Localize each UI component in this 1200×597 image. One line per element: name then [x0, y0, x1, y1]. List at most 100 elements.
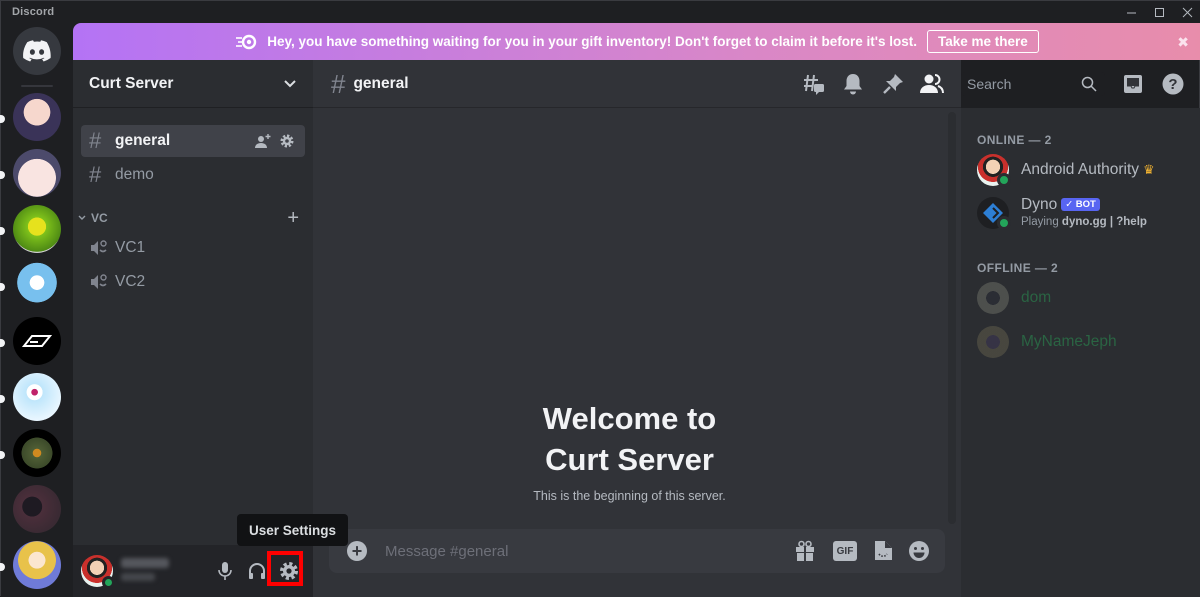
text-channel-icon: # [89, 162, 102, 187]
threads-button[interactable] [802, 72, 826, 96]
member-avatar [977, 282, 1009, 314]
unread-indicator [0, 395, 5, 403]
channel-name: VC1 [115, 239, 146, 256]
mute-button[interactable] [209, 555, 241, 587]
welcome-line-2: Curt Server [545, 442, 714, 477]
minimize-button[interactable] [1117, 1, 1145, 23]
server-name: Curt Server [89, 74, 174, 92]
member-dyno[interactable]: Dyno ✓ BOT Playing dyno.gg | ?help [969, 192, 1193, 234]
server-icon-7[interactable] [13, 429, 61, 477]
channel-demo[interactable]: # demo [81, 159, 305, 191]
inbox-icon [1124, 75, 1142, 93]
chevron-down-icon [284, 79, 296, 87]
members-icon [920, 74, 944, 94]
banner-message: Hey, you have something waiting for you … [267, 34, 917, 49]
member-name: MyNameJeph [1021, 333, 1117, 350]
home-button[interactable] [13, 27, 61, 75]
search-box[interactable] [961, 72, 1105, 96]
gear-icon[interactable] [279, 133, 295, 149]
member-avatar [977, 326, 1009, 358]
notification-settings-button[interactable] [841, 72, 865, 96]
sticker-icon [875, 541, 892, 560]
server-rail [0, 23, 73, 597]
chat-scrollbar[interactable] [948, 112, 956, 524]
server-icon-2[interactable] [13, 149, 61, 197]
message-input[interactable] [385, 539, 765, 563]
server-icon-1[interactable] [13, 93, 61, 141]
text-channel-icon: # [331, 68, 346, 99]
member-android-authority[interactable]: Android Authority ♛ [969, 149, 1193, 191]
discord-window: Discord Hey, you have something waiting … [0, 0, 1200, 597]
gif-button[interactable]: GIF [833, 541, 857, 561]
online-status-indicator [997, 173, 1011, 187]
server-icon-3[interactable] [13, 205, 61, 253]
threads-icon [804, 74, 824, 95]
server-icon-5[interactable] [13, 317, 61, 365]
category-name: VC [91, 211, 108, 225]
search-input[interactable] [967, 76, 1077, 92]
voice-channel-vc1[interactable]: VC1 [81, 232, 305, 264]
message-composer: + GIF [329, 529, 945, 573]
server-icon-9[interactable] [13, 541, 61, 589]
headphones-icon [249, 563, 265, 579]
channel-name: general [115, 132, 171, 149]
server-icon-4[interactable] [13, 261, 61, 309]
member-mynamejeph[interactable]: MyNameJeph [969, 321, 1193, 363]
welcome-line-1: Welcome to [542, 401, 717, 436]
welcome-heading: Welcome to Curt Server [313, 398, 946, 480]
user-settings-tooltip: User Settings [237, 514, 349, 546]
unread-indicator [0, 115, 5, 123]
rail-separator [21, 85, 53, 87]
create-channel-icon[interactable]: + [287, 207, 299, 230]
help-button[interactable]: ? [1161, 72, 1185, 96]
minimize-icon [1126, 12, 1136, 13]
search-icon [1081, 76, 1097, 95]
maximize-button[interactable] [1145, 1, 1173, 23]
take-me-there-button[interactable]: Take me there [926, 30, 1039, 53]
server-icon-8[interactable] [13, 485, 61, 533]
member-list-toggle[interactable] [920, 72, 944, 96]
channel-title: general [353, 74, 409, 92]
unread-indicator [0, 171, 5, 179]
gift-notice-banner: Hey, you have something waiting for you … [73, 23, 1200, 60]
inbox-button[interactable] [1121, 72, 1145, 96]
welcome-subtitle: This is the beginning of this server. [533, 489, 726, 503]
pinned-messages-button[interactable] [881, 72, 905, 96]
member-name: Dyno ✓ BOT [1021, 196, 1100, 214]
username-blurred [121, 558, 169, 568]
unread-indicator [0, 339, 5, 347]
unread-indicator [0, 451, 5, 459]
emoji-button[interactable] [907, 539, 931, 563]
dismiss-banner-button[interactable]: ✖ [1177, 34, 1189, 51]
user-tag-blurred [121, 573, 155, 581]
gift-button[interactable] [793, 539, 817, 563]
unread-indicator [0, 283, 5, 291]
svg-text:?: ? [1168, 76, 1177, 93]
bell-icon [844, 74, 862, 95]
member-activity: Playing dyno.gg | ?help [1021, 216, 1147, 228]
category-vc[interactable]: VC + [77, 207, 307, 229]
channel-general[interactable]: # general [81, 125, 305, 157]
locked-voice-icon [89, 239, 113, 257]
offline-header: OFFLINE — 2 [977, 261, 1059, 275]
user-settings-highlight-box [267, 551, 303, 586]
close-icon [1182, 7, 1192, 17]
chevron-down-icon [78, 215, 86, 220]
unread-indicator [0, 227, 5, 235]
server-icon-6[interactable] [13, 373, 61, 421]
microphone-icon [218, 562, 232, 580]
activity-name: dyno.gg | ?help [1061, 216, 1147, 228]
chat-area: # general Welcome to Curt Server This is… [313, 60, 961, 597]
online-status-indicator [102, 576, 115, 589]
locked-voice-icon [89, 273, 113, 291]
voice-channel-vc2[interactable]: VC2 [81, 266, 305, 298]
pin-icon [883, 74, 903, 94]
member-dom[interactable]: dom [969, 277, 1193, 319]
upload-plus-button[interactable]: + [347, 541, 367, 561]
close-window-button[interactable] [1173, 1, 1200, 23]
create-invite-icon[interactable] [255, 133, 271, 149]
text-channel-icon: # [89, 128, 102, 153]
server-header[interactable]: Curt Server [73, 60, 313, 108]
sticker-button[interactable] [871, 539, 895, 563]
member-name-text: Dyno [1021, 196, 1058, 213]
